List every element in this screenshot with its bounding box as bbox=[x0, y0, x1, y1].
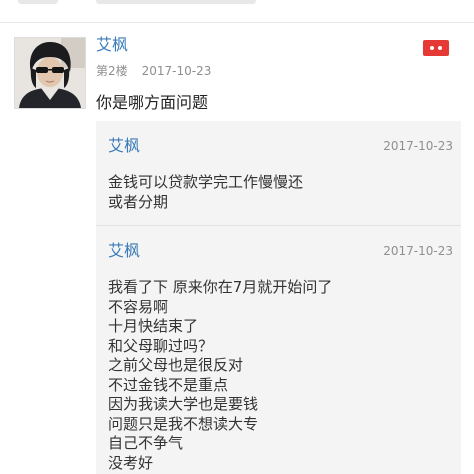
reply-author[interactable]: 艾枫 bbox=[108, 136, 140, 156]
reply-line: 十月快结束了 bbox=[108, 317, 199, 335]
reply-content: 我看了下 原来你在7月就开始问了 不容易啊 十月快结束了 和父母聊过吗？ 之前父… bbox=[108, 278, 332, 473]
reply-line: 不过金钱不是重点 bbox=[108, 375, 229, 394]
reply-divider bbox=[96, 225, 461, 226]
previous-post-edge bbox=[0, 0, 474, 23]
reply-line: 之前父母也是很反对 bbox=[108, 356, 244, 374]
reply-line: 和父母聊过吗？ bbox=[108, 336, 214, 355]
floor-number: 第2楼 bbox=[96, 64, 128, 78]
reply-line: 或者分期 bbox=[108, 192, 169, 211]
previous-post-text-fragment bbox=[96, 0, 256, 4]
previous-post-text-fragment bbox=[18, 0, 58, 4]
post-author[interactable]: 艾枫 bbox=[96, 35, 128, 55]
reply-line: 金钱可以贷款学完工作慢慢还 bbox=[108, 173, 304, 191]
reply-item: 艾枫 2017-10-23 金钱可以贷款学完工作慢慢还 或者分期 bbox=[96, 136, 461, 225]
report-flag-icon bbox=[422, 40, 449, 56]
reply-author[interactable]: 艾枫 bbox=[108, 241, 140, 261]
forum-post: 艾枫 第2楼 2017-10-23 你是哪方面问题 艾枫 2017-10-23 金… bbox=[0, 23, 474, 474]
post-date: 2017-10-23 bbox=[141, 64, 212, 78]
reply-content: 金钱可以贷款学完工作慢慢还 或者分期 bbox=[108, 173, 303, 212]
reply-line: 问题只是我不想读大专 bbox=[108, 414, 259, 433]
reply-line: 不容易啊 bbox=[108, 297, 169, 316]
post-content: 你是哪方面问题 bbox=[96, 93, 209, 112]
reply-line: 因为我读大学也是要钱 bbox=[108, 395, 259, 413]
reply-date: 2017-10-23 bbox=[383, 139, 453, 153]
reply-date: 2017-10-23 bbox=[383, 244, 453, 258]
reply-line: 没考好 bbox=[108, 453, 154, 472]
avatar-photo-icon bbox=[15, 38, 85, 108]
reply-line: 自己不争气 bbox=[108, 434, 184, 452]
avatar[interactable] bbox=[14, 37, 86, 109]
reply-item: 艾枫 2017-10-23 我看了下 原来你在7月就开始问了 不容易啊 十月快结… bbox=[96, 241, 461, 474]
reply-line: 我看了下 原来你在7月就开始问了 bbox=[108, 278, 333, 296]
reply-section: 艾枫 2017-10-23 金钱可以贷款学完工作慢慢还 或者分期 艾枫 2017… bbox=[96, 121, 461, 474]
post-meta: 第2楼 2017-10-23 bbox=[96, 64, 211, 78]
report-button[interactable] bbox=[422, 39, 449, 57]
